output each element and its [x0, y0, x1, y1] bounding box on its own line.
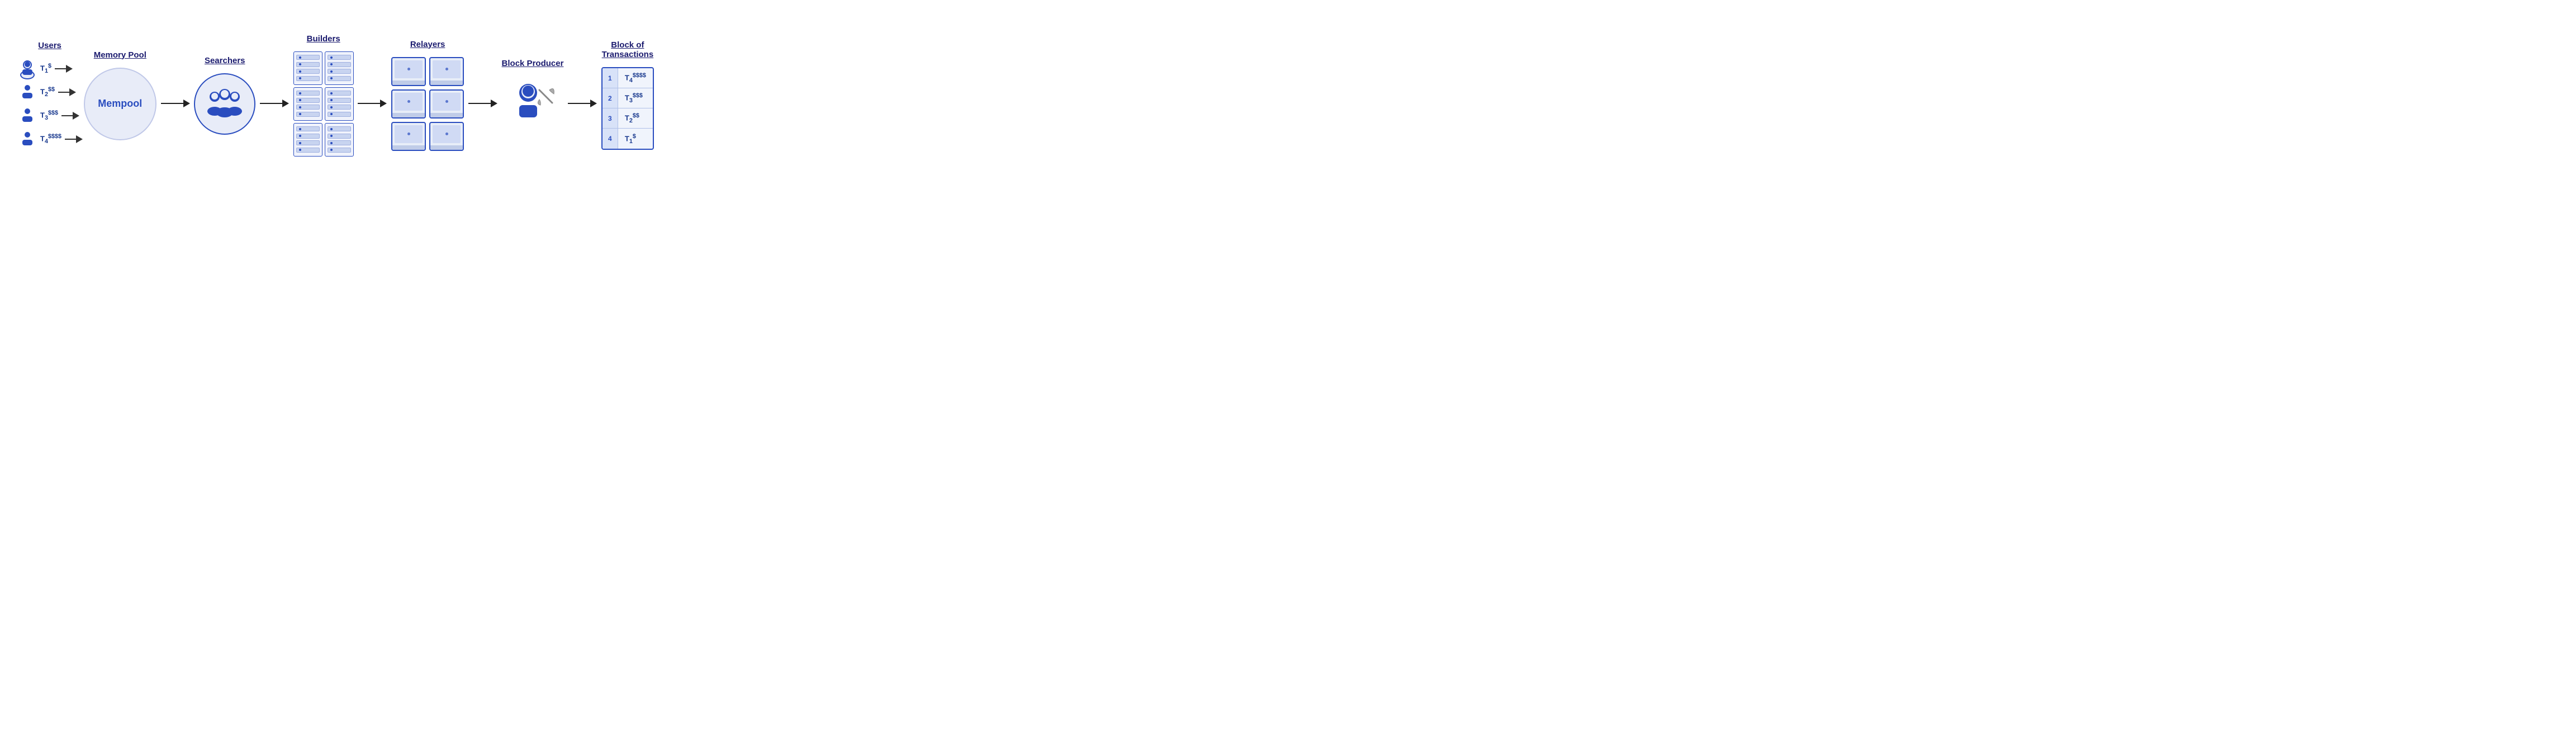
user-icon-4	[17, 129, 38, 150]
server-rack-6	[325, 123, 354, 157]
user-label-2: T2$$	[40, 86, 55, 98]
diagram: Users T1$	[11, 23, 660, 168]
block-num-1: 1	[603, 68, 618, 88]
relayers-grid	[391, 57, 464, 151]
block-row-2: 2 T3$$$	[603, 88, 653, 108]
mempool-title: Memory Pool	[94, 50, 146, 60]
monitor-5	[391, 122, 426, 151]
server-rack-2	[325, 51, 354, 85]
searchers-title: Searchers	[205, 56, 245, 65]
user-row-3: T3$$$	[17, 105, 83, 126]
arrow-mempool-searchers	[161, 100, 190, 107]
user-row-4: T4$$$$	[17, 129, 83, 150]
block-num-4: 4	[603, 129, 618, 149]
user-arrow-3	[61, 112, 79, 120]
monitor-4	[429, 89, 464, 119]
mempool-section: Memory Pool Mempool	[84, 50, 156, 140]
user-icon-3	[17, 105, 38, 126]
block-row-4: 4 T1$	[603, 129, 653, 149]
relayers-title: Relayers	[410, 40, 445, 49]
user-icon-1	[17, 58, 38, 79]
block-tx-4: T1$	[618, 133, 643, 145]
relayers-section: Relayers	[391, 40, 464, 151]
arrow-searchers-builders	[260, 100, 289, 107]
user-label-4: T4$$$$	[40, 133, 61, 145]
block-transactions-title: Block of Transactions	[602, 40, 654, 59]
server-rack-4	[325, 87, 354, 121]
user-label-1: T1$	[40, 63, 51, 74]
searchers-section: Searchers	[194, 56, 255, 135]
user-label-3: T3$$$	[40, 110, 58, 121]
block-transactions-section: Block of Transactions 1 T4$$$$ 2 T3$$$ 3…	[601, 40, 654, 150]
arrow-builders-relayers	[358, 100, 387, 107]
monitor-2	[429, 57, 464, 86]
server-rack-5	[293, 123, 322, 157]
users-list: T1$ T2$$	[17, 58, 83, 150]
block-producer-icon	[505, 76, 561, 132]
block-table: 1 T4$$$$ 2 T3$$$ 3 T2$$ 4 T1$	[601, 67, 654, 150]
mempool-text: Mempool	[98, 98, 142, 110]
block-row-3: 3 T2$$	[603, 108, 653, 129]
user-arrow-2	[58, 88, 76, 96]
block-producer-title: Block Producer	[502, 59, 564, 68]
user-icon-2	[17, 82, 38, 103]
users-title: Users	[38, 41, 61, 50]
block-tx-2: T3$$$	[618, 92, 649, 104]
monitor-3	[391, 89, 426, 119]
block-producer-section: Block Producer	[502, 59, 564, 132]
monitor-6	[429, 122, 464, 151]
block-tx-3: T2$$	[618, 112, 646, 124]
arrow-relayers-producer	[468, 100, 497, 107]
block-num-2: 2	[603, 88, 618, 108]
builders-section: Builders	[293, 34, 354, 157]
server-rack-3	[293, 87, 322, 121]
mempool-circle: Mempool	[84, 68, 156, 140]
searchers-circle	[194, 73, 255, 135]
builders-title: Builders	[307, 34, 340, 44]
block-num-3: 3	[603, 108, 618, 128]
server-rack-1	[293, 51, 322, 85]
block-tx-1: T4$$$$	[618, 72, 653, 84]
searchers-icon	[202, 84, 247, 124]
users-section: Users T1$	[17, 41, 83, 150]
arrow-producer-block	[568, 100, 597, 107]
user-row-2: T2$$	[17, 82, 83, 103]
user-arrow-1	[55, 65, 73, 73]
block-row-1: 1 T4$$$$	[603, 68, 653, 88]
builders-grid	[293, 51, 354, 157]
monitor-1	[391, 57, 426, 86]
user-arrow-4	[65, 135, 83, 143]
user-row-1: T1$	[17, 58, 83, 79]
